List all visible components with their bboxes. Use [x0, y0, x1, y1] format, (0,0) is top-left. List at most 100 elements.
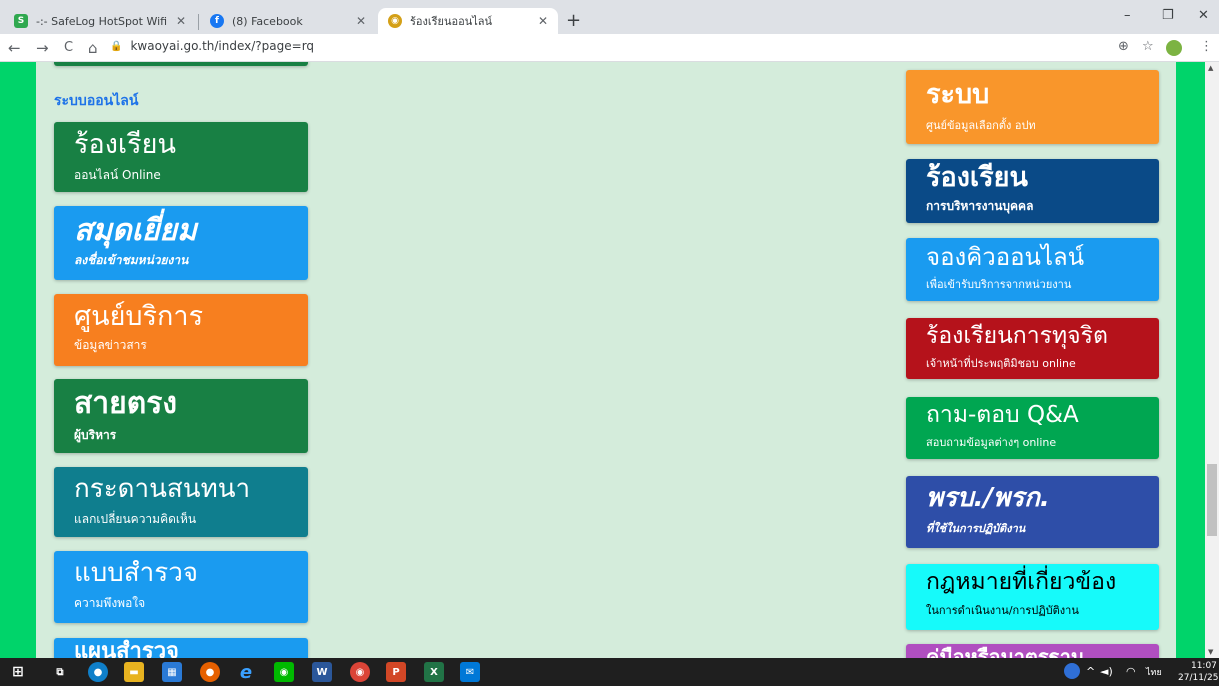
- tab-divider: [198, 14, 199, 30]
- card-subtitle: ข้อมูลข่าวสาร: [74, 337, 147, 352]
- card-personnel-complaint[interactable]: ร้องเรียน การบริหารงานบุคคล: [906, 159, 1159, 223]
- card-title: ศูนย์บริการ: [74, 301, 204, 332]
- left-border-band: [0, 62, 36, 658]
- card-title: กระดานสนทนา: [74, 474, 251, 504]
- url-text: kwaoyai.go.th/index/?page=rq: [130, 39, 315, 53]
- card-subtitle: ที่ใช้ในการปฏิบัติงาน: [926, 521, 1026, 535]
- task-view-icon[interactable]: ⧉: [50, 662, 70, 682]
- powerpoint-icon[interactable]: P: [386, 662, 406, 682]
- site-icon: ◉: [388, 14, 402, 28]
- card-title: คู่มือหรือมาตรฐาน: [926, 645, 1085, 658]
- wifi-icon[interactable]: ◠: [1126, 665, 1136, 678]
- card-subtitle: สอบถามข้อมูลต่างๆ online: [926, 436, 1057, 450]
- close-tab-icon[interactable]: ✕: [356, 14, 366, 28]
- card-subtitle: ศูนย์ข้อมูลเลือกตั้ง อปท: [926, 118, 1036, 132]
- zoom-icon[interactable]: ⊕: [1118, 39, 1129, 54]
- card-title: แผนสำรวจ: [74, 639, 179, 658]
- scrollbar-thumb[interactable]: [1207, 464, 1217, 536]
- address-bar[interactable]: 🔒 kwaoyai.go.th/index/?page=rq: [110, 39, 314, 53]
- extension-icon[interactable]: [1166, 40, 1182, 56]
- reload-button[interactable]: C: [64, 40, 73, 55]
- bookmark-star-icon[interactable]: ☆: [1142, 39, 1154, 54]
- windows-taskbar: ⊞ ⧉ ● ▬ ▦ ● e ◉ W ◉ P X ✉ ^ ◄) ◠ ไทย 11:…: [0, 658, 1219, 686]
- tab-safelog[interactable]: S -:- SafeLog HotSpot Wifi Internet ✕: [4, 8, 196, 34]
- card-title: ร้องเรียน: [74, 129, 176, 160]
- card-title: สมุดเยี่ยม: [74, 213, 197, 248]
- card-partial-top[interactable]: [54, 62, 308, 66]
- card-subtitle: ออนไลน์ Online: [74, 167, 161, 182]
- card-complaint-online[interactable]: ร้องเรียน ออนไลน์ Online: [54, 122, 308, 192]
- tab-title: ร้องเรียนออนไลน์: [410, 15, 493, 28]
- minimize-button[interactable]: –: [1124, 8, 1131, 23]
- scroll-up-icon[interactable]: ▲: [1208, 64, 1213, 72]
- scroll-down-icon[interactable]: ▼: [1208, 648, 1213, 656]
- back-button[interactable]: ←: [8, 39, 21, 57]
- mail-icon[interactable]: ✉: [460, 662, 480, 682]
- card-manual-standards[interactable]: คู่มือหรือมาตรฐาน: [906, 644, 1159, 658]
- tab-title: (8) Facebook: [232, 14, 303, 28]
- card-qna[interactable]: ถาม-ตอบ Q&A สอบถามข้อมูลต่างๆ online: [906, 397, 1159, 459]
- chrome-icon[interactable]: ◉: [350, 662, 370, 682]
- right-border-band: [1176, 62, 1205, 658]
- section-title: ระบบออนไลน์: [54, 93, 139, 109]
- volume-icon[interactable]: ◄): [1100, 665, 1113, 678]
- card-related-laws[interactable]: กฎหมายที่เกี่ยวข้อง ในการดำเนินงาน/การปฏ…: [906, 564, 1159, 630]
- file-explorer-icon[interactable]: ▬: [124, 662, 144, 682]
- safelog-icon: S: [14, 14, 28, 28]
- vertical-scrollbar[interactable]: ▲ ▼: [1205, 62, 1219, 658]
- card-title: ถาม-ตอบ Q&A: [926, 402, 1079, 428]
- card-partial-bottom[interactable]: แผนสำรวจ: [54, 638, 308, 658]
- menu-icon[interactable]: ⋮: [1200, 39, 1213, 54]
- start-button[interactable]: ⊞: [8, 662, 28, 682]
- clock-date: 27/11/2563: [1178, 673, 1219, 683]
- tab-active-complaint[interactable]: ◉ ร้องเรียนออนไลน์ ✕: [378, 8, 558, 34]
- browser-tab-strip: S -:- SafeLog HotSpot Wifi Internet ✕ f …: [0, 0, 1219, 34]
- help-icon[interactable]: [1064, 663, 1080, 679]
- card-subtitle: เพื่อเข้ารับบริการจากหน่วยงาน: [926, 278, 1072, 292]
- card-corruption-complaint[interactable]: ร้องเรียนการทุจริต เจ้าหน้าที่ประพฤติมิช…: [906, 318, 1159, 379]
- facebook-icon: f: [210, 14, 224, 28]
- store-icon[interactable]: ▦: [162, 662, 182, 682]
- language-indicator[interactable]: ไทย: [1146, 665, 1162, 679]
- maximize-button[interactable]: ❐: [1162, 8, 1174, 23]
- card-subtitle: ผู้บริหาร: [74, 428, 117, 442]
- card-title: พรบ./พรก.: [926, 483, 1050, 513]
- tab-facebook[interactable]: f (8) Facebook ✕: [200, 8, 376, 34]
- card-subtitle: แลกเปลี่ยนความคิดเห็น: [74, 511, 197, 526]
- card-title: แบบสำรวจ: [74, 558, 199, 588]
- tab-title: -:- SafeLog HotSpot Wifi Internet: [36, 14, 170, 28]
- card-guestbook[interactable]: สมุดเยี่ยม ลงชื่อเข้าชมหน่วยงาน: [54, 206, 308, 280]
- home-button[interactable]: ⌂: [88, 39, 98, 57]
- show-hidden-icons-icon[interactable]: ^: [1086, 665, 1095, 678]
- card-online-queue[interactable]: จองคิวออนไลน์ เพื่อเข้ารับบริการจากหน่วย…: [906, 238, 1159, 301]
- card-subtitle: ความพึงพอใจ: [74, 595, 146, 610]
- card-subtitle: ในการดำเนินงาน/การปฏิบัติงาน: [926, 604, 1079, 618]
- card-title: กฎหมายที่เกี่ยวข้อง: [926, 569, 1117, 595]
- close-window-button[interactable]: ✕: [1198, 8, 1209, 23]
- card-title: ร้องเรียนการทุจริต: [926, 323, 1108, 349]
- system-clock[interactable]: 11:07 27/11/2563: [1178, 660, 1219, 684]
- card-direct-line[interactable]: สายตรง ผู้บริหาร: [54, 379, 308, 453]
- card-title: สายตรง: [74, 386, 177, 421]
- internet-explorer-icon[interactable]: e: [236, 662, 256, 683]
- card-subtitle: การบริหารงานบุคคล: [926, 198, 1034, 213]
- excel-icon[interactable]: X: [424, 662, 444, 682]
- new-tab-button[interactable]: +: [566, 10, 581, 31]
- card-webboard[interactable]: กระดานสนทนา แลกเปลี่ยนความคิดเห็น: [54, 467, 308, 537]
- card-subtitle: เจ้าหน้าที่ประพฤติมิชอบ online: [926, 357, 1076, 371]
- clock-time: 11:07: [1190, 661, 1217, 671]
- firefox-icon[interactable]: ●: [200, 662, 220, 682]
- line-icon[interactable]: ◉: [274, 662, 294, 682]
- card-election-data[interactable]: ระบบ ศูนย์ข้อมูลเลือกตั้ง อปท: [906, 70, 1159, 144]
- cortana-icon[interactable]: ●: [88, 662, 108, 682]
- card-acts-decrees[interactable]: พรบ./พรก. ที่ใช้ในการปฏิบัติงาน: [906, 476, 1159, 548]
- card-service-center[interactable]: ศูนย์บริการ ข้อมูลข่าวสาร: [54, 294, 308, 366]
- word-icon[interactable]: W: [312, 662, 332, 682]
- close-tab-icon[interactable]: ✕: [176, 14, 186, 28]
- card-survey[interactable]: แบบสำรวจ ความพึงพอใจ: [54, 551, 308, 623]
- lock-icon: 🔒: [110, 40, 123, 52]
- browser-toolbar: ← → C ⌂ 🔒 kwaoyai.go.th/index/?page=rq ⊕…: [0, 34, 1219, 62]
- card-title: จองคิวออนไลน์: [926, 243, 1085, 271]
- close-tab-icon[interactable]: ✕: [538, 14, 548, 28]
- forward-button[interactable]: →: [36, 39, 49, 57]
